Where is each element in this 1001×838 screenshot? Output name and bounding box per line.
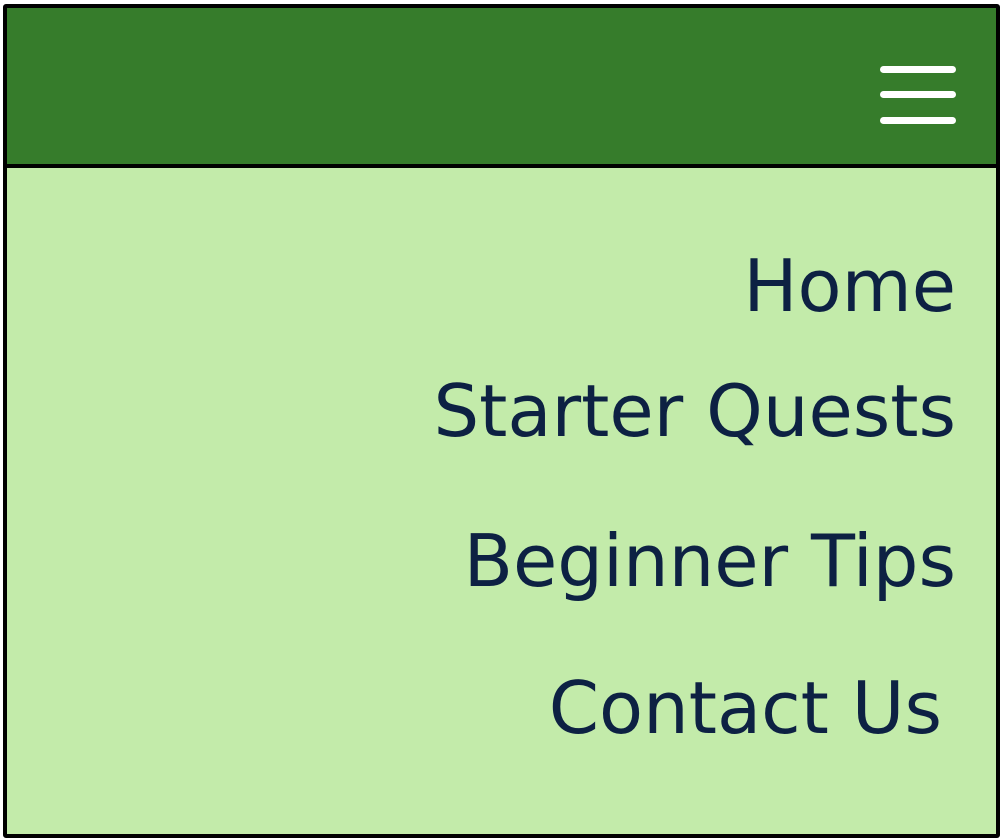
nav-item-starter-quests[interactable]: Starter Quests	[433, 375, 956, 447]
hamburger-line-bottom	[880, 117, 956, 124]
nav-item-beginner-tips[interactable]: Beginner Tips	[464, 525, 956, 597]
hamburger-menu-icon[interactable]	[880, 64, 956, 126]
hamburger-line-middle	[880, 91, 956, 98]
top-header-bar	[7, 8, 996, 168]
hamburger-line-top	[880, 66, 956, 73]
nav-item-home[interactable]: Home	[743, 250, 956, 322]
app-window: Home Starter Quests Beginner Tips Contac…	[3, 4, 1000, 838]
nav-item-contact-us[interactable]: Contact Us	[549, 672, 942, 744]
